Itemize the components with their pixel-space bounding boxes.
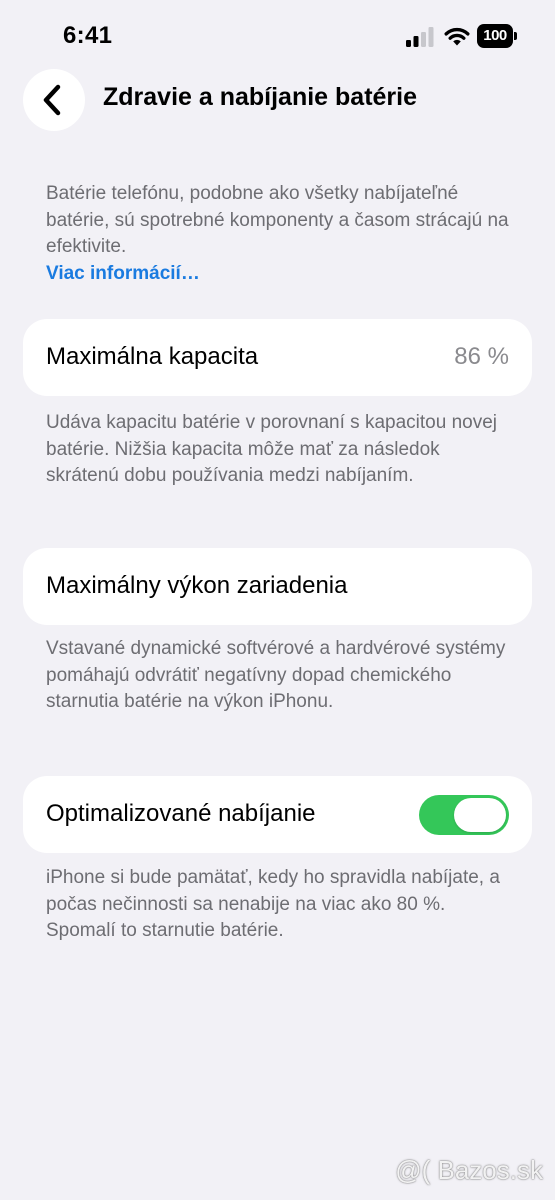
- back-button[interactable]: [23, 69, 85, 131]
- battery-icon: 100: [477, 24, 519, 48]
- status-time: 6:41: [63, 22, 113, 49]
- max-capacity-row: Maximálna kapacita 86 %: [23, 319, 532, 396]
- chevron-left-icon: [43, 84, 61, 116]
- status-bar: 6:41 100: [0, 0, 555, 70]
- toggle-knob: [454, 798, 506, 832]
- cellular-signal-icon: [406, 27, 434, 47]
- wifi-icon: [444, 27, 470, 46]
- optimized-charging-row: Optimalizované nabíjanie: [23, 776, 532, 853]
- max-capacity-description: Udáva kapacitu batérie v porovnaní s kap…: [46, 412, 497, 486]
- intro-description: Batérie telefónu, podobne ako všetky nab…: [46, 181, 516, 287]
- more-info-link[interactable]: Viac informácií…: [46, 261, 516, 288]
- max-capacity-label: Maximálna kapacita: [46, 343, 259, 370]
- optimized-charging-description: iPhone si bude pamätať, kedy ho spravidl…: [46, 867, 500, 941]
- optimized-charging-label: Optimalizované nabíjanie: [46, 800, 316, 827]
- max-capacity-value: 86 %: [454, 343, 509, 370]
- peak-performance-row: Maximálny výkon zariadenia: [23, 548, 532, 625]
- battery-level: 100: [477, 24, 513, 48]
- peak-performance-description: Vstavané dynamické softvérové a hardvéro…: [46, 638, 506, 712]
- watermark: @( Bazos.sk: [395, 1155, 543, 1185]
- optimized-charging-toggle[interactable]: [419, 795, 509, 835]
- intro-text: Batérie telefónu, podobne ako všetky nab…: [46, 183, 509, 257]
- peak-performance-label: Maximálny výkon zariadenia: [46, 572, 348, 599]
- page-title: Zdravie a nabíjanie batérie: [103, 83, 418, 111]
